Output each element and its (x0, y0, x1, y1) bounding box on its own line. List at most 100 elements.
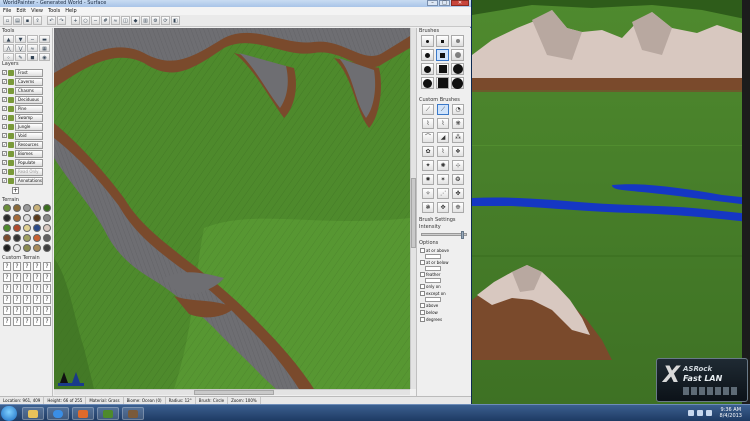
layer-visibility-checkbox[interactable]: ✓ (2, 70, 7, 75)
terrain-swatch[interactable] (33, 244, 41, 252)
terrain-swatch[interactable] (23, 204, 31, 212)
horizontal-scroll-thumb[interactable] (194, 390, 274, 395)
layer-visibility-checkbox[interactable]: ✓ (2, 115, 7, 120)
layer-visibility-checkbox[interactable]: ✓ (2, 88, 7, 93)
open-folder-icon[interactable]: ▤ (13, 16, 22, 25)
option-checkbox[interactable] (420, 291, 425, 296)
map-canvas[interactable] (54, 28, 410, 389)
spray-icon[interactable]: ⁘ (3, 53, 14, 61)
custom-terrain-slot[interactable]: ? (13, 284, 21, 293)
menu-file[interactable]: File (3, 7, 11, 15)
terrain-swatch[interactable] (23, 214, 31, 222)
view-3d-icon[interactable]: ◆ (131, 16, 140, 25)
mountain-icon[interactable]: ⋀ (3, 44, 14, 52)
custom-terrain-slot[interactable]: ? (13, 262, 21, 271)
terrain-swatch[interactable] (33, 234, 41, 242)
custom-brush[interactable]: ◢ (437, 132, 449, 143)
layer-button[interactable]: Resources (15, 140, 43, 149)
layer-button[interactable]: Populate (15, 158, 43, 167)
custom-terrain-slot[interactable]: ? (3, 295, 11, 304)
custom-terrain-slot[interactable]: ? (23, 317, 31, 326)
smooth-icon[interactable]: ∼ (27, 35, 38, 43)
custom-brush[interactable]: ⁂ (452, 132, 464, 143)
layer-button[interactable]: Caverns (15, 77, 43, 86)
terrain-swatch[interactable] (43, 234, 51, 242)
custom-brush[interactable]: ✦ (422, 160, 434, 171)
properties-icon[interactable]: ◧ (171, 16, 180, 25)
custom-brush[interactable]: ◔ (452, 104, 464, 115)
add-layer-button[interactable]: + (12, 187, 19, 194)
custom-terrain-slot[interactable]: ? (23, 306, 31, 315)
layer-button[interactable]: Read Only (15, 167, 43, 176)
pit-icon[interactable]: ⋁ (15, 44, 26, 52)
layer-button[interactable]: Annotations (15, 176, 43, 185)
option-checkbox[interactable] (420, 317, 425, 322)
new-world-icon[interactable]: ▫ (3, 16, 12, 25)
custom-terrain-slot[interactable]: ? (43, 317, 51, 326)
flood-icon[interactable]: ≈ (27, 44, 38, 52)
custom-brush[interactable]: ⌇ (422, 118, 434, 129)
custom-terrain-slot[interactable]: ? (33, 262, 41, 271)
custom-brush[interactable]: ✸ (422, 174, 434, 185)
custom-terrain-slot[interactable]: ? (3, 306, 11, 315)
layer-visibility-checkbox[interactable]: ✓ (2, 79, 7, 84)
lower-terrain-icon[interactable]: ▼ (15, 35, 26, 43)
custom-terrain-slot[interactable]: ? (3, 317, 11, 326)
custom-brush[interactable]: ⌇ (437, 118, 449, 129)
fill-icon[interactable]: ◼ (27, 53, 38, 61)
3d-view[interactable] (472, 0, 750, 404)
layer-visibility-checkbox[interactable]: ✓ (2, 178, 7, 183)
terrain-swatch[interactable] (43, 214, 51, 222)
taskbar-media-icon[interactable] (72, 407, 94, 420)
custom-brush[interactable]: ⌇ (437, 146, 449, 157)
terrain-swatch[interactable] (13, 214, 21, 222)
layer-visibility-checkbox[interactable]: ✓ (2, 151, 7, 156)
custom-terrain-slot[interactable]: ? (23, 273, 31, 282)
layer-button[interactable]: Pine (15, 104, 43, 113)
layer-button[interactable]: Biomes (15, 149, 43, 158)
terrain-swatch[interactable] (33, 214, 41, 222)
layer-visibility-checkbox[interactable]: ✓ (2, 124, 7, 129)
custom-terrain-slot[interactable]: ? (33, 273, 41, 282)
layer-visibility-checkbox[interactable]: ✓ (2, 133, 7, 138)
custom-brush[interactable]: ⋰ (437, 188, 449, 199)
volume-icon[interactable] (697, 410, 703, 416)
start-button[interactable] (1, 406, 17, 421)
layer-button[interactable]: Swamp (15, 113, 43, 122)
intensity-slider[interactable] (421, 231, 467, 239)
flatten-icon[interactable]: ▬ (39, 35, 50, 43)
option-checkbox[interactable] (420, 260, 425, 265)
custom-terrain-slot[interactable]: ? (33, 317, 41, 326)
custom-brush[interactable]: ✿ (422, 146, 434, 157)
taskbar-clock[interactable]: 9:36 AM 8/4/2013 (720, 407, 742, 419)
custom-terrain-slot[interactable]: ? (3, 273, 11, 282)
layer-visibility-checkbox[interactable]: ✓ (2, 106, 7, 111)
menu-view[interactable]: View (31, 7, 43, 15)
brush-xl-circle[interactable] (421, 77, 434, 89)
terrain-swatch[interactable] (33, 224, 41, 232)
brush-medium-circle[interactable] (421, 49, 434, 61)
maximize-button[interactable]: □ (439, 0, 450, 6)
custom-brush[interactable]: ❋ (452, 118, 464, 129)
option-checkbox[interactable] (420, 310, 425, 315)
layer-visibility-checkbox[interactable]: ✓ (2, 160, 7, 165)
layer-visibility-checkbox[interactable]: ✓ (2, 97, 7, 102)
intensity-slider-knob[interactable] (461, 231, 464, 239)
zoom-reset-icon[interactable]: ○ (81, 16, 90, 25)
pencil-icon[interactable]: ✎ (15, 53, 26, 61)
custom-terrain-slot[interactable]: ? (43, 295, 51, 304)
map-horizontal-scrollbar[interactable] (54, 389, 410, 395)
dimension-icon[interactable]: ▥ (141, 16, 150, 25)
taskbar-minecraft-icon[interactable] (122, 407, 144, 420)
zoom-out-icon[interactable]: − (91, 16, 100, 25)
brush-xl-square[interactable] (436, 77, 449, 89)
terrain-swatch[interactable] (23, 224, 31, 232)
terrain-swatch[interactable] (13, 224, 21, 232)
overlay-icon[interactable]: ◫ (121, 16, 130, 25)
brush-large-square[interactable] (436, 63, 449, 75)
option-checkbox[interactable] (420, 303, 425, 308)
brush-small-square[interactable] (436, 35, 449, 47)
contours-icon[interactable]: ≈ (111, 16, 120, 25)
custom-brush[interactable]: ✺ (437, 160, 449, 171)
layer-button[interactable]: Jungle (15, 122, 43, 131)
